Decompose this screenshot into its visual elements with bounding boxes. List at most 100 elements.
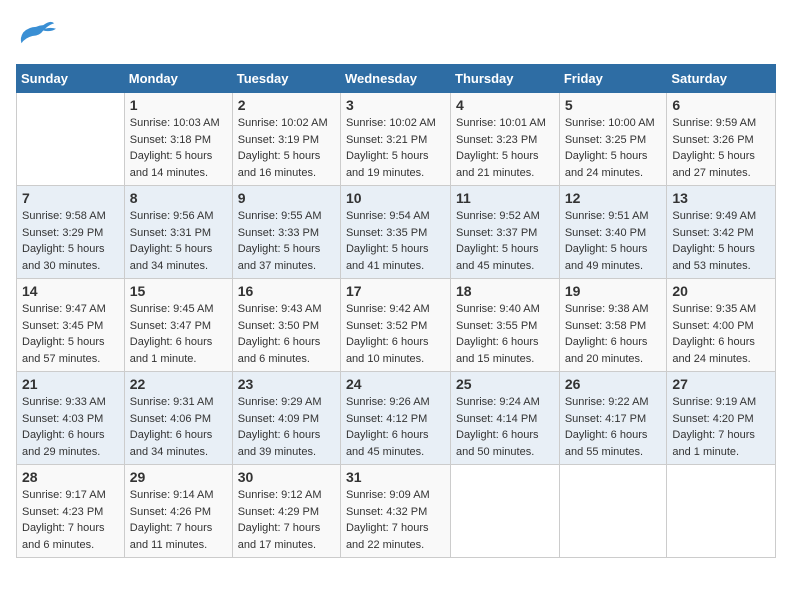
calendar-cell: [559, 465, 667, 558]
daylight-hours: Daylight: 5 hours and 16 minutes.: [238, 150, 321, 179]
sunset-time: Sunset: 4:26 PM: [130, 506, 211, 518]
sunset-time: Sunset: 4:00 PM: [672, 320, 753, 332]
day-info: Sunrise: 9:40 AM Sunset: 3:55 PM Dayligh…: [456, 301, 554, 367]
sunrise-time: Sunrise: 10:00 AM: [565, 117, 655, 129]
calendar-week-row: 21 Sunrise: 9:33 AM Sunset: 4:03 PM Dayl…: [17, 372, 776, 465]
day-info: Sunrise: 9:31 AM Sunset: 4:06 PM Dayligh…: [130, 394, 227, 460]
sunrise-time: Sunrise: 9:33 AM: [22, 396, 106, 408]
day-info: Sunrise: 9:45 AM Sunset: 3:47 PM Dayligh…: [130, 301, 227, 367]
calendar-cell: 11 Sunrise: 9:52 AM Sunset: 3:37 PM Dayl…: [451, 186, 560, 279]
daylight-hours: Daylight: 6 hours and 45 minutes.: [346, 429, 429, 458]
weekday-header-monday: Monday: [124, 65, 232, 93]
day-number: 30: [238, 469, 335, 485]
weekday-header-saturday: Saturday: [667, 65, 776, 93]
day-info: Sunrise: 9:43 AM Sunset: 3:50 PM Dayligh…: [238, 301, 335, 367]
calendar-cell: 18 Sunrise: 9:40 AM Sunset: 3:55 PM Dayl…: [451, 279, 560, 372]
day-number: 19: [565, 283, 662, 299]
day-number: 26: [565, 376, 662, 392]
sunset-time: Sunset: 3:19 PM: [238, 134, 319, 146]
day-info: Sunrise: 10:02 AM Sunset: 3:19 PM Daylig…: [238, 115, 335, 181]
calendar-cell: 12 Sunrise: 9:51 AM Sunset: 3:40 PM Dayl…: [559, 186, 667, 279]
day-info: Sunrise: 9:42 AM Sunset: 3:52 PM Dayligh…: [346, 301, 445, 367]
daylight-hours: Daylight: 5 hours and 34 minutes.: [130, 243, 213, 272]
sunrise-time: Sunrise: 9:09 AM: [346, 489, 430, 501]
sunrise-time: Sunrise: 9:45 AM: [130, 303, 214, 315]
day-number: 14: [22, 283, 119, 299]
sunset-time: Sunset: 3:25 PM: [565, 134, 646, 146]
day-number: 12: [565, 190, 662, 206]
sunset-time: Sunset: 3:23 PM: [456, 134, 537, 146]
daylight-hours: Daylight: 6 hours and 6 minutes.: [238, 336, 321, 365]
sunset-time: Sunset: 3:42 PM: [672, 227, 753, 239]
day-info: Sunrise: 9:52 AM Sunset: 3:37 PM Dayligh…: [456, 208, 554, 274]
day-info: Sunrise: 9:29 AM Sunset: 4:09 PM Dayligh…: [238, 394, 335, 460]
calendar-week-row: 7 Sunrise: 9:58 AM Sunset: 3:29 PM Dayli…: [17, 186, 776, 279]
sunset-time: Sunset: 4:06 PM: [130, 413, 211, 425]
daylight-hours: Daylight: 5 hours and 49 minutes.: [565, 243, 648, 272]
sunrise-time: Sunrise: 9:43 AM: [238, 303, 322, 315]
sunset-time: Sunset: 3:35 PM: [346, 227, 427, 239]
day-info: Sunrise: 9:58 AM Sunset: 3:29 PM Dayligh…: [22, 208, 119, 274]
daylight-hours: Daylight: 6 hours and 15 minutes.: [456, 336, 539, 365]
daylight-hours: Daylight: 5 hours and 14 minutes.: [130, 150, 213, 179]
sunrise-time: Sunrise: 9:12 AM: [238, 489, 322, 501]
calendar-cell: 25 Sunrise: 9:24 AM Sunset: 4:14 PM Dayl…: [451, 372, 560, 465]
weekday-header-thursday: Thursday: [451, 65, 560, 93]
calendar-cell: 16 Sunrise: 9:43 AM Sunset: 3:50 PM Dayl…: [232, 279, 340, 372]
day-number: 15: [130, 283, 227, 299]
sunrise-time: Sunrise: 10:03 AM: [130, 117, 220, 129]
day-info: Sunrise: 9:22 AM Sunset: 4:17 PM Dayligh…: [565, 394, 662, 460]
day-number: 21: [22, 376, 119, 392]
calendar-cell: 8 Sunrise: 9:56 AM Sunset: 3:31 PM Dayli…: [124, 186, 232, 279]
calendar-cell: 21 Sunrise: 9:33 AM Sunset: 4:03 PM Dayl…: [17, 372, 125, 465]
day-info: Sunrise: 9:26 AM Sunset: 4:12 PM Dayligh…: [346, 394, 445, 460]
calendar-cell: 30 Sunrise: 9:12 AM Sunset: 4:29 PM Dayl…: [232, 465, 340, 558]
daylight-hours: Daylight: 6 hours and 34 minutes.: [130, 429, 213, 458]
daylight-hours: Daylight: 5 hours and 19 minutes.: [346, 150, 429, 179]
sunrise-time: Sunrise: 9:55 AM: [238, 210, 322, 222]
day-info: Sunrise: 9:17 AM Sunset: 4:23 PM Dayligh…: [22, 487, 119, 553]
sunset-time: Sunset: 4:09 PM: [238, 413, 319, 425]
sunrise-time: Sunrise: 9:56 AM: [130, 210, 214, 222]
daylight-hours: Daylight: 6 hours and 39 minutes.: [238, 429, 321, 458]
weekday-header-sunday: Sunday: [17, 65, 125, 93]
daylight-hours: Daylight: 5 hours and 21 minutes.: [456, 150, 539, 179]
day-number: 8: [130, 190, 227, 206]
day-info: Sunrise: 10:01 AM Sunset: 3:23 PM Daylig…: [456, 115, 554, 181]
day-number: 16: [238, 283, 335, 299]
calendar-week-row: 14 Sunrise: 9:47 AM Sunset: 3:45 PM Dayl…: [17, 279, 776, 372]
sunrise-time: Sunrise: 10:02 AM: [346, 117, 436, 129]
day-info: Sunrise: 9:51 AM Sunset: 3:40 PM Dayligh…: [565, 208, 662, 274]
sunrise-time: Sunrise: 9:35 AM: [672, 303, 756, 315]
calendar-week-row: 1 Sunrise: 10:03 AM Sunset: 3:18 PM Dayl…: [17, 93, 776, 186]
sunrise-time: Sunrise: 9:26 AM: [346, 396, 430, 408]
sunrise-time: Sunrise: 9:40 AM: [456, 303, 540, 315]
sunset-time: Sunset: 4:12 PM: [346, 413, 427, 425]
day-number: 11: [456, 190, 554, 206]
day-info: Sunrise: 10:02 AM Sunset: 3:21 PM Daylig…: [346, 115, 445, 181]
sunset-time: Sunset: 3:29 PM: [22, 227, 103, 239]
sunset-time: Sunset: 4:17 PM: [565, 413, 646, 425]
calendar-cell: 13 Sunrise: 9:49 AM Sunset: 3:42 PM Dayl…: [667, 186, 776, 279]
daylight-hours: Daylight: 6 hours and 10 minutes.: [346, 336, 429, 365]
sunset-time: Sunset: 4:23 PM: [22, 506, 103, 518]
weekday-header-tuesday: Tuesday: [232, 65, 340, 93]
daylight-hours: Daylight: 7 hours and 22 minutes.: [346, 522, 429, 551]
daylight-hours: Daylight: 7 hours and 6 minutes.: [22, 522, 105, 551]
sunrise-time: Sunrise: 10:01 AM: [456, 117, 546, 129]
calendar-cell: 5 Sunrise: 10:00 AM Sunset: 3:25 PM Dayl…: [559, 93, 667, 186]
day-number: 10: [346, 190, 445, 206]
sunset-time: Sunset: 4:20 PM: [672, 413, 753, 425]
day-number: 5: [565, 97, 662, 113]
calendar-cell: 28 Sunrise: 9:17 AM Sunset: 4:23 PM Dayl…: [17, 465, 125, 558]
calendar-week-row: 28 Sunrise: 9:17 AM Sunset: 4:23 PM Dayl…: [17, 465, 776, 558]
daylight-hours: Daylight: 6 hours and 55 minutes.: [565, 429, 648, 458]
sunrise-time: Sunrise: 9:49 AM: [672, 210, 756, 222]
day-number: 31: [346, 469, 445, 485]
day-number: 17: [346, 283, 445, 299]
weekday-header-wednesday: Wednesday: [340, 65, 450, 93]
day-number: 22: [130, 376, 227, 392]
daylight-hours: Daylight: 5 hours and 24 minutes.: [565, 150, 648, 179]
day-info: Sunrise: 9:56 AM Sunset: 3:31 PM Dayligh…: [130, 208, 227, 274]
day-info: Sunrise: 9:19 AM Sunset: 4:20 PM Dayligh…: [672, 394, 770, 460]
